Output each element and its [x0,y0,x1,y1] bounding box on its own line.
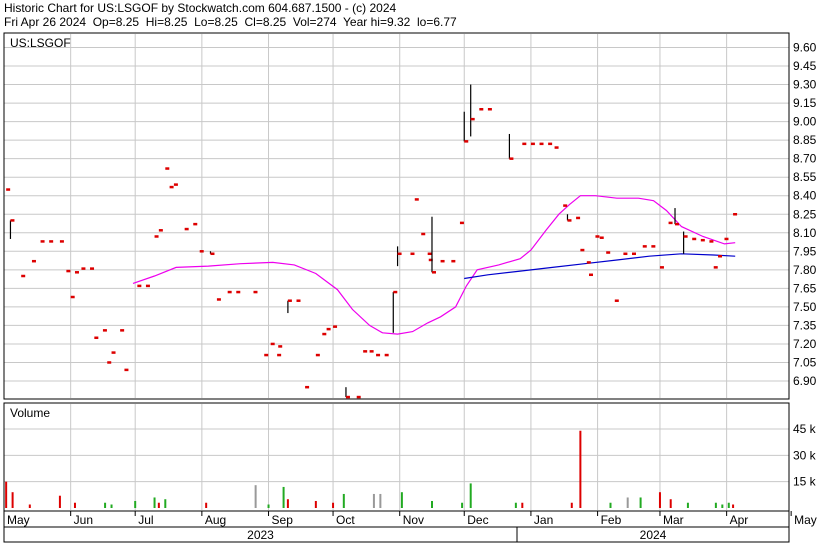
price-bar [345,387,350,399]
price-bars [6,84,738,399]
month-tick-label: May [794,513,817,527]
volume-tick-label: 45 k [793,422,817,436]
price-tick-label: 9.00 [793,115,817,129]
price-tick-label: 8.55 [793,170,817,184]
price-tick-label: 7.50 [793,300,817,314]
month-tick-label: Sep [272,513,294,527]
month-tick-label: Aug [205,513,226,527]
price-tick-label: 9.60 [793,41,817,55]
year-label: 2023 [247,528,274,542]
volume-panel-frame [3,402,790,512]
price-bar [470,84,475,137]
month-tick-label: Jun [74,513,93,527]
price-bar [392,290,398,333]
month-tick-label: May [7,513,30,527]
price-tick-label: 6.90 [793,374,817,388]
price-tick-label: 7.95 [793,244,817,258]
price-tick-label: 9.30 [793,78,817,92]
volume-tick-label: 30 k [793,448,817,462]
price-tick-label: 7.65 [793,281,817,295]
month-tick-label: Apr [730,513,749,527]
price-tick-label: 8.70 [793,152,817,166]
year-label: 2024 [640,528,667,542]
price-volume-chart: US:LSGOF Volume 9.60 9.45 9.30 9.15 9.00 8.85… [3,32,817,543]
month-tick-label: Dec [467,513,488,527]
moving-average-long [464,253,736,280]
volume-tick-label: 15 k [793,475,817,489]
month-tick-label: Nov [403,513,424,527]
volume-panel-title: Volume [10,406,50,420]
price-tick-label: 7.35 [793,318,817,332]
price-tick-label: 7.05 [793,355,817,369]
volume-bars [5,430,735,508]
month-tick-label: Mar [663,513,684,527]
year-axis-frame [3,526,790,543]
price-bar [683,231,688,254]
month-tick-label: Jul [138,513,153,527]
price-tick-label: 7.80 [793,263,817,277]
price-bar [566,214,572,222]
price-bar [431,216,436,274]
price-bar [463,111,469,143]
price-bar [508,133,514,160]
grid [4,34,789,510]
price-panel-title: US:LSGOF [10,36,71,50]
moving-average-short [132,195,736,335]
price-tick-label: 7.20 [793,337,817,351]
price-tick-label: 9.15 [793,96,817,110]
month-tick-label: Jan [534,513,553,527]
month-tick-label: Feb [601,513,622,527]
month-tick-label: Oct [336,513,355,527]
price-tick-label: 8.10 [793,226,817,240]
price-tick-label: 8.40 [793,189,817,203]
price-tick-label: 9.45 [793,59,817,73]
price-tick-label: 8.25 [793,207,817,221]
price-bar [9,219,15,239]
price-tick-label: 8.85 [793,133,817,147]
